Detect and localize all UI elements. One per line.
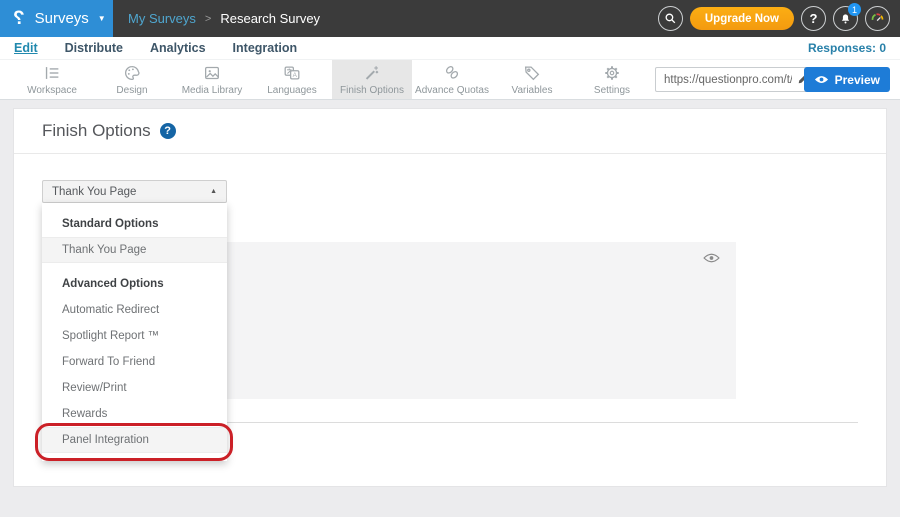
toolbar-item-label: Languages	[267, 85, 317, 96]
toolbar-item-finish-options[interactable]: Finish Options	[332, 60, 412, 99]
breadcrumb-separator: >	[205, 13, 211, 25]
breadcrumb: My Surveys > Research Survey	[128, 11, 320, 26]
top-bar: ? Surveys ▼ My Surveys > Research Survey…	[0, 0, 900, 37]
finish-option-dropdown[interactable]: Thank You Page ▲	[42, 180, 227, 203]
preview-button[interactable]: Preview	[804, 67, 890, 92]
card-header: Finish Options ?	[14, 109, 886, 154]
svg-text:A: A	[293, 72, 298, 79]
preview-eye-icon[interactable]	[703, 251, 720, 269]
toolbar-item-design[interactable]: Design	[92, 60, 172, 99]
tab-distribute[interactable]: Distribute	[65, 41, 123, 55]
translate-icon: A	[282, 63, 302, 83]
menu-item-forward-to-friend[interactable]: Forward To Friend	[42, 349, 227, 375]
workspace-icon	[42, 63, 62, 83]
card-body: Thank You Page ▲ Standard Options Thank …	[14, 154, 886, 486]
toolbar-item-label: Settings	[594, 85, 630, 96]
image-icon	[202, 63, 222, 83]
survey-nav-tabs: Edit Distribute Analytics Integration Re…	[0, 37, 900, 60]
toolbar-item-label: Media Library	[182, 85, 243, 96]
upgrade-now-button[interactable]: Upgrade Now	[690, 7, 794, 30]
dropdown-selected-value: Thank You Page	[52, 186, 136, 198]
toolbar-item-languages[interactable]: A Languages	[252, 60, 332, 99]
toolbar-item-label: Workspace	[27, 85, 77, 96]
toolbar-item-label: Design	[116, 85, 147, 96]
survey-url-field	[655, 67, 815, 92]
toolbar-item-advance-quotas[interactable]: Advance Quotas	[412, 60, 492, 99]
finish-options-help-icon[interactable]: ?	[160, 123, 176, 139]
magic-wand-icon	[362, 63, 382, 83]
eye-icon	[814, 74, 829, 85]
tab-edit[interactable]: Edit	[14, 41, 38, 55]
toolbar-item-label: Advance Quotas	[415, 85, 489, 96]
chain-link-icon	[442, 63, 462, 83]
questionpro-logo-icon: ?	[13, 9, 25, 28]
breadcrumb-my-surveys[interactable]: My Surveys	[128, 11, 196, 26]
question-mark-icon: ?	[810, 11, 818, 26]
help-button[interactable]: ?	[801, 6, 826, 31]
chevron-down-icon: ▼	[98, 14, 106, 23]
finish-option-menu: Standard Options Thank You Page Advanced…	[42, 203, 227, 461]
tag-icon	[522, 63, 542, 83]
page-content: Finish Options ? Thank You Page ▲ Standa…	[0, 100, 900, 516]
finish-options-card: Finish Options ? Thank You Page ▲ Standa…	[14, 109, 886, 486]
notification-count-badge: 1	[848, 3, 861, 16]
survey-url-input[interactable]	[655, 67, 815, 92]
tab-integration[interactable]: Integration	[233, 41, 298, 55]
menu-header-advanced-options: Advanced Options	[42, 271, 227, 297]
toolbar-item-media-library[interactable]: Media Library	[172, 60, 252, 99]
menu-item-rewards[interactable]: Rewards	[42, 401, 227, 427]
topbar-actions: Upgrade Now ? 1	[658, 0, 890, 37]
menu-spacer	[42, 263, 227, 271]
palette-icon	[122, 63, 142, 83]
menu-item-panel-integration[interactable]: Panel Integration	[42, 427, 227, 453]
account-avatar[interactable]	[865, 6, 890, 31]
tab-analytics[interactable]: Analytics	[150, 41, 206, 55]
menu-item-thank-you-page[interactable]: Thank You Page	[42, 237, 227, 263]
breadcrumb-current-survey: Research Survey	[220, 11, 320, 26]
page-title: Finish Options	[42, 121, 151, 141]
responses-count: Responses: 0	[808, 41, 886, 55]
toolbar-item-settings[interactable]: Settings	[572, 60, 652, 99]
preview-button-label: Preview	[835, 73, 880, 87]
chevron-up-icon: ▲	[210, 188, 217, 195]
menu-item-review-print[interactable]: Review/Print	[42, 375, 227, 401]
search-button[interactable]	[658, 6, 683, 31]
notifications-button[interactable]: 1	[833, 6, 858, 31]
edit-toolbar: Workspace Design Media Library	[0, 60, 900, 100]
toolbar-item-workspace[interactable]: Workspace	[12, 60, 92, 99]
gear-icon	[602, 63, 622, 83]
toolbar-item-variables[interactable]: Variables	[492, 60, 572, 99]
menu-header-standard-options: Standard Options	[42, 211, 227, 237]
toolbar-item-label: Finish Options	[340, 85, 404, 96]
search-icon	[664, 12, 677, 25]
surveys-menu-label: Surveys	[35, 10, 89, 27]
menu-item-automatic-redirect[interactable]: Automatic Redirect	[42, 297, 227, 323]
gauge-avatar-icon	[869, 10, 886, 27]
menu-item-spotlight-report[interactable]: Spotlight Report ™	[42, 323, 227, 349]
surveys-menu-button[interactable]: ? Surveys ▼	[0, 0, 113, 37]
toolbar-item-label: Variables	[512, 85, 553, 96]
